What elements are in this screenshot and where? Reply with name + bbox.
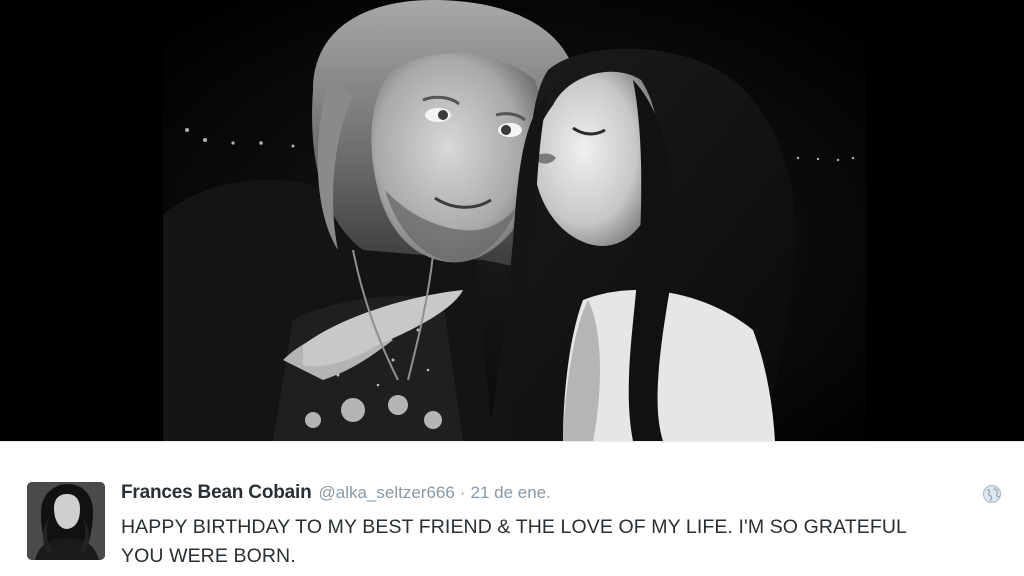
tweet-photo[interactable] xyxy=(163,0,866,441)
tweet-header: Frances Bean Cobain @alka_seltzer666 · 2… xyxy=(121,482,551,508)
tweet-media[interactable] xyxy=(0,0,1024,441)
avatar[interactable] xyxy=(27,482,105,560)
photo-image xyxy=(163,0,866,441)
separator-dot: · xyxy=(459,483,466,502)
globe-icon[interactable] xyxy=(982,484,1002,504)
author-handle[interactable]: @alka_seltzer666 xyxy=(318,483,454,503)
author-name[interactable]: Frances Bean Cobain xyxy=(121,482,312,504)
tweet-screenshot: Frances Bean Cobain @alka_seltzer666 · 2… xyxy=(0,0,1024,576)
tweet-timestamp[interactable]: 21 de ene. xyxy=(471,483,551,503)
tweet-card: Frances Bean Cobain @alka_seltzer666 · 2… xyxy=(0,441,1024,576)
avatar-image xyxy=(27,482,105,560)
tweet-text: HAPPY BIRTHDAY TO MY BEST FRIEND & THE L… xyxy=(121,516,907,567)
